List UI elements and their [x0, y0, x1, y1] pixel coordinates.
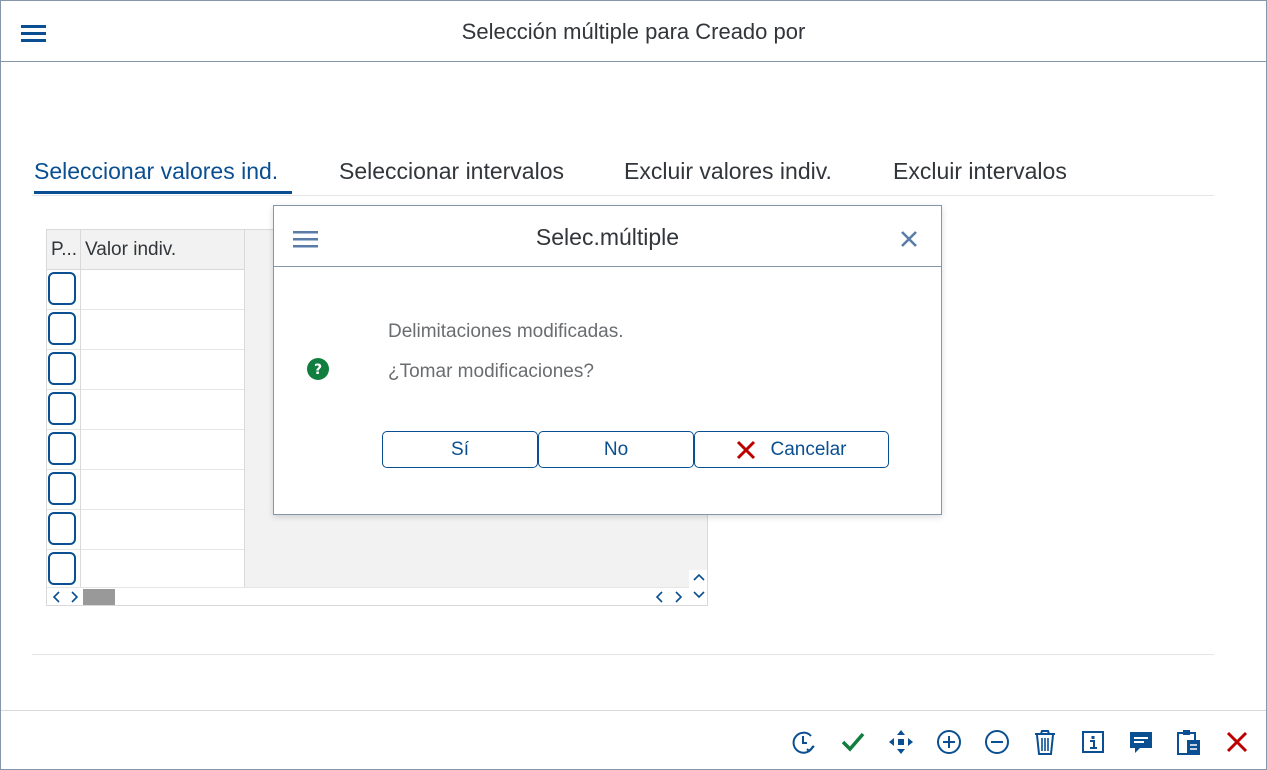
row-selector[interactable] [48, 432, 76, 465]
table-header: P... Valor indiv. [47, 230, 245, 270]
dialog-message-line1: Delimitaciones modificadas. [388, 321, 624, 342]
dialog-message-line2: ¿Tomar modificaciones? [388, 361, 594, 382]
table-row[interactable] [47, 470, 245, 510]
title-bar: Selección múltiple para Creado por [1, 1, 1266, 62]
column-header-p[interactable]: P... [51, 239, 77, 261]
table-row[interactable] [47, 510, 245, 550]
table-row[interactable] [47, 430, 245, 470]
add-circle-icon[interactable] [934, 727, 964, 757]
column-divider [80, 230, 81, 587]
table-row[interactable] [47, 350, 245, 390]
tab-select-intervals[interactable]: Seleccionar intervalos [339, 158, 564, 185]
active-tab-indicator [34, 191, 292, 194]
row-selector[interactable] [48, 392, 76, 425]
close-icon[interactable] [899, 229, 919, 249]
column-divider [244, 230, 245, 587]
table-row[interactable] [47, 550, 245, 587]
scroll-left-icon[interactable] [52, 591, 62, 603]
scroll-right-icon[interactable] [69, 591, 79, 603]
check-icon[interactable] [838, 727, 868, 757]
scroll-up-icon[interactable] [693, 572, 705, 582]
row-selector[interactable] [48, 472, 76, 505]
yes-button[interactable]: Sí [382, 431, 538, 468]
cancel-button[interactable]: Cancelar [694, 431, 889, 468]
window-title: Selección múltiple para Creado por [461, 19, 806, 44]
tab-exclude-intervals[interactable]: Excluir intervalos [893, 158, 1067, 185]
no-button[interactable]: No [538, 431, 694, 468]
bottom-toolbar [1, 710, 1266, 770]
vertical-scrollbar[interactable] [689, 570, 707, 605]
content-divider [32, 654, 1214, 655]
close-icon[interactable] [1222, 727, 1252, 757]
table-rows [47, 270, 245, 587]
svg-text:?: ? [314, 362, 322, 378]
row-selector[interactable] [48, 512, 76, 545]
cancel-icon [737, 440, 756, 459]
scroll-down-icon[interactable] [693, 590, 705, 600]
row-selector[interactable] [48, 352, 76, 385]
confirmation-dialog: Selec.múltiple ? Delimitaciones modifica… [273, 205, 942, 515]
scroll-right-icon[interactable] [673, 591, 683, 603]
paste-icon[interactable] [1174, 727, 1204, 757]
tab-bar: Seleccionar valores ind. Seleccionar int… [32, 141, 1214, 196]
table-row[interactable] [47, 310, 245, 350]
horizontal-scrollbar[interactable] [47, 587, 689, 605]
comment-icon[interactable] [1126, 727, 1156, 757]
column-header-single-value[interactable]: Valor indiv. [85, 239, 176, 261]
scrollbar-thumb[interactable] [83, 589, 115, 605]
table-row[interactable] [47, 390, 245, 430]
info-icon[interactable] [1078, 727, 1108, 757]
tab-select-single-values[interactable]: Seleccionar valores ind. [34, 158, 278, 185]
cancel-button-label: Cancelar [770, 438, 847, 460]
row-selector[interactable] [48, 272, 76, 305]
row-selector[interactable] [48, 312, 76, 345]
trash-icon[interactable] [1030, 727, 1060, 757]
remove-circle-icon[interactable] [982, 727, 1012, 757]
question-icon: ? [307, 358, 329, 380]
row-selector[interactable] [48, 552, 76, 585]
move-icon[interactable] [886, 727, 916, 757]
tab-exclude-single-values[interactable]: Excluir valores indiv. [624, 158, 832, 185]
history-icon[interactable] [789, 727, 819, 757]
dialog-title: Selec.múltiple [535, 224, 680, 250]
dialog-header: Selec.múltiple [274, 206, 941, 267]
scroll-left-icon[interactable] [655, 591, 665, 603]
table-row[interactable] [47, 270, 245, 310]
